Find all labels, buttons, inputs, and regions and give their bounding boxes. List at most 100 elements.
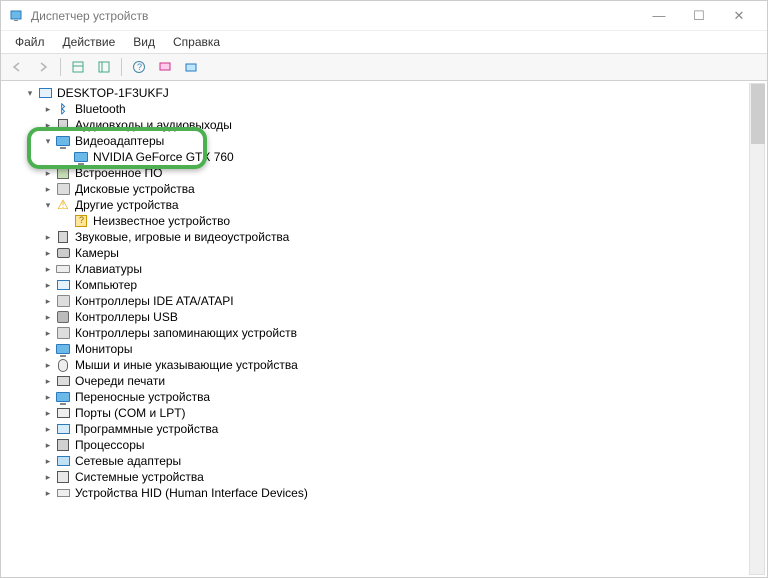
tree-root[interactable]: ▾DESKTOP-1F3UKFJ [5, 85, 767, 101]
window-title: Диспетчер устройств [31, 9, 639, 23]
close-button[interactable]: ✕ [719, 2, 759, 30]
tree-category-8[interactable]: ▸ Клавиатуры [5, 261, 767, 277]
monitor-icon [55, 341, 71, 357]
disk-icon [55, 181, 71, 197]
expand-arrow[interactable]: ▸ [41, 390, 55, 404]
tree-category-4[interactable]: ▸Дисковые устройства [5, 181, 767, 197]
tree-category-5[interactable]: ▾⚠ Другие устройства [5, 197, 767, 213]
tree-category-3[interactable]: ▸Встроенное ПО [5, 165, 767, 181]
svg-text:?: ? [137, 62, 142, 72]
expand-arrow[interactable]: ▸ [41, 278, 55, 292]
menu-action[interactable]: Действие [55, 33, 124, 51]
expand-arrow[interactable]: ▸ [41, 310, 55, 324]
expand-arrow[interactable]: ▸ [41, 374, 55, 388]
expand-arrow[interactable]: ▸ [41, 246, 55, 260]
tree-category-16[interactable]: ▸ Переносные устройства [5, 389, 767, 405]
port-icon [55, 405, 71, 421]
hid-icon [55, 485, 71, 501]
node-label: Звуковые, игровые и видеоустройства [75, 230, 289, 244]
tree-category-9[interactable]: ▸Компьютер [5, 277, 767, 293]
vertical-scrollbar[interactable] [749, 83, 765, 575]
expand-arrow[interactable]: ▸ [41, 438, 55, 452]
chip-icon [55, 165, 71, 181]
tree-category-15[interactable]: ▸ Очереди печати [5, 373, 767, 389]
node-label: Другие устройства [75, 198, 179, 212]
toolbar-separator [60, 58, 61, 76]
tree-category-12[interactable]: ▸Контроллеры запоминающих устройств [5, 325, 767, 341]
expand-arrow[interactable]: ▾ [23, 86, 37, 100]
expand-arrow[interactable]: ▸ [41, 102, 55, 116]
tree-category-21[interactable]: ▸Системные устройства [5, 469, 767, 485]
tree-category-10[interactable]: ▸ Контроллеры IDE ATA/ATAPI [5, 293, 767, 309]
tree-device-2-0[interactable]: ▸NVIDIA GeForce GTX 760 [5, 149, 767, 165]
tree-category-0[interactable]: ▸ᛒBluetooth [5, 101, 767, 117]
node-label: Камеры [75, 246, 119, 260]
toolbar-button-2[interactable] [92, 56, 116, 78]
cam-icon [55, 245, 71, 261]
monitor-icon [55, 133, 71, 149]
cpu-icon [55, 437, 71, 453]
expand-arrow[interactable]: ▸ [41, 486, 55, 500]
tree-category-2[interactable]: ▾ Видеоадаптеры [5, 133, 767, 149]
node-label: Сетевые адаптеры [75, 454, 181, 468]
expand-arrow[interactable]: ▸ [41, 118, 55, 132]
minimize-button[interactable]: — [639, 2, 679, 30]
usb-icon [55, 309, 71, 325]
expand-arrow[interactable]: ▸ [41, 326, 55, 340]
sw-icon [55, 421, 71, 437]
tree-category-13[interactable]: ▸Мониторы [5, 341, 767, 357]
expand-arrow[interactable]: ▾ [41, 198, 55, 212]
expand-arrow[interactable]: ▸ [41, 262, 55, 276]
monitor-icon [73, 149, 89, 165]
tree-category-18[interactable]: ▸Программные устройства [5, 421, 767, 437]
device-tree[interactable]: ▾DESKTOP-1F3UKFJ▸ᛒBluetooth▸Аудиовходы и… [1, 81, 767, 577]
disk-icon [55, 325, 71, 341]
node-label: Процессоры [75, 438, 145, 452]
help-button[interactable]: ? [127, 56, 151, 78]
tree-category-11[interactable]: ▸ Контроллеры USB [5, 309, 767, 325]
expand-arrow[interactable]: ▸ [41, 358, 55, 372]
expand-arrow[interactable]: ▾ [41, 134, 55, 148]
tree-device-5-0[interactable]: ▸Неизвестное устройство [5, 213, 767, 229]
speaker-icon [55, 117, 71, 133]
pc-icon [55, 277, 71, 293]
show-hidden-button[interactable] [179, 56, 203, 78]
expand-arrow[interactable]: ▸ [41, 422, 55, 436]
node-label: Очереди печати [75, 374, 165, 388]
bt-icon: ᛒ [55, 101, 71, 117]
expand-arrow[interactable]: ▸ [41, 342, 55, 356]
toolbar-button-1[interactable] [66, 56, 90, 78]
scan-button[interactable] [153, 56, 177, 78]
tree-category-19[interactable]: ▸ Процессоры [5, 437, 767, 453]
node-label: Контроллеры IDE ATA/ATAPI [75, 294, 234, 308]
disk-icon [55, 293, 71, 309]
tree-category-6[interactable]: ▸ Звуковые, игровые и видеоустройства [5, 229, 767, 245]
tree-category-22[interactable]: ▸ Устройства HID (Human Interface Devices… [5, 485, 767, 501]
node-label: Контроллеры USB [75, 310, 178, 324]
node-label: Клавиатуры [75, 262, 142, 276]
menu-view[interactable]: Вид [125, 33, 163, 51]
expand-arrow[interactable]: ▸ [41, 294, 55, 308]
expand-arrow[interactable]: ▸ [41, 470, 55, 484]
menu-help[interactable]: Справка [165, 33, 228, 51]
menu-file[interactable]: Файл [7, 33, 53, 51]
toolbar: ? [1, 53, 767, 81]
expand-arrow[interactable]: ▸ [41, 182, 55, 196]
tree-category-7[interactable]: ▸ Камеры [5, 245, 767, 261]
node-label: NVIDIA GeForce GTX 760 [93, 150, 234, 164]
tree-category-17[interactable]: ▸Порты (COM и LPT) [5, 405, 767, 421]
node-label: Переносные устройства [75, 390, 210, 404]
scroll-thumb[interactable] [751, 84, 765, 144]
expand-arrow[interactable]: ▸ [41, 166, 55, 180]
tree-category-20[interactable]: ▸ Сетевые адаптеры [5, 453, 767, 469]
tree-category-14[interactable]: ▸Мыши и иные указывающие устройства [5, 357, 767, 373]
tree-category-1[interactable]: ▸Аудиовходы и аудиовыходы [5, 117, 767, 133]
expand-arrow[interactable]: ▸ [41, 454, 55, 468]
speaker-icon [55, 229, 71, 245]
expand-arrow[interactable]: ▸ [41, 230, 55, 244]
node-label: Видеоадаптеры [75, 134, 164, 148]
node-label: Устройства HID (Human Interface Devices) [75, 486, 308, 500]
expand-arrow[interactable]: ▸ [41, 406, 55, 420]
warn-icon: ⚠ [55, 197, 71, 213]
maximize-button[interactable]: ☐ [679, 2, 719, 30]
